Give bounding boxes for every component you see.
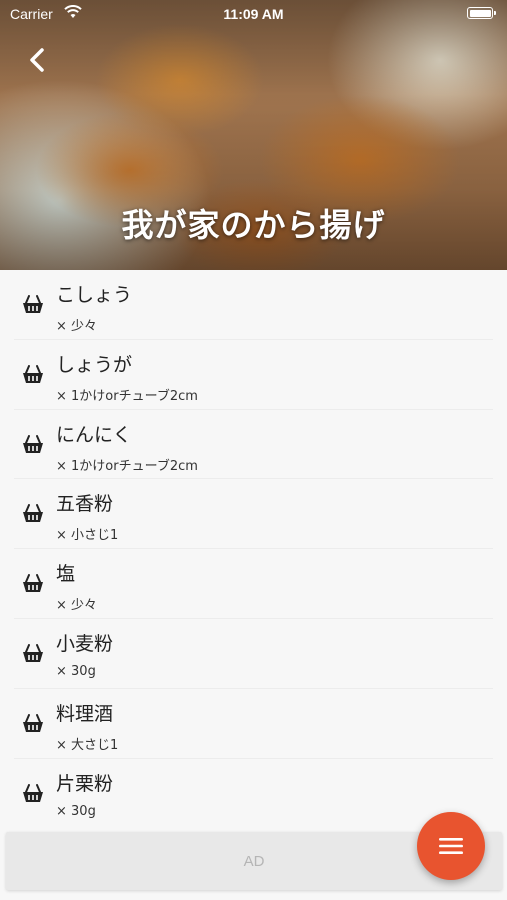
ingredient-quantity: × 1かけorチューブ2cm <box>56 388 198 404</box>
ingredient-name: しょうが <box>56 353 133 376</box>
ingredient-name: 片栗粉 <box>56 772 114 795</box>
ingredient-quantity: × 30g <box>56 663 96 679</box>
ingredient-name: 小麦粉 <box>56 632 114 655</box>
menu-icon <box>439 838 463 854</box>
ad-label: AD <box>243 852 265 870</box>
status-bar: Carrier 11:09 AM <box>0 0 507 28</box>
list-item[interactable]: しょうが × 1かけorチューブ2cm <box>14 340 493 410</box>
recipe-title: 我が家のから揚げ <box>121 206 386 244</box>
basket-icon <box>23 295 43 313</box>
ingredient-name: 料理酒 <box>56 702 114 725</box>
basket-icon <box>23 504 43 523</box>
chevron-left-icon <box>30 48 44 72</box>
list-item[interactable]: 小麦粉 × 30g <box>14 619 493 689</box>
ingredient-quantity: × 大さじ1 <box>56 737 119 753</box>
basket-icon <box>23 574 43 593</box>
list-item[interactable]: こしょう × 少々 <box>14 270 493 340</box>
basket-icon <box>23 643 43 662</box>
menu-fab-button[interactable] <box>417 812 485 880</box>
list-item[interactable]: にんにく × 1かけorチューブ2cm <box>14 410 493 480</box>
ingredient-quantity: × 少々 <box>56 319 98 334</box>
ingredient-quantity: × 小さじ1 <box>56 528 119 544</box>
status-time: 11:09 AM <box>223 6 284 22</box>
basket-icon <box>23 713 43 732</box>
ingredient-name: 五香粉 <box>56 493 114 516</box>
ingredient-quantity: × 1かけorチューブ2cm <box>56 458 198 474</box>
ingredient-name: にんにく <box>56 423 132 446</box>
back-button[interactable] <box>20 42 56 78</box>
list-item[interactable]: 五香粉 × 小さじ1 <box>14 479 493 550</box>
basket-icon <box>23 364 43 383</box>
ingredient-quantity: × 少々 <box>56 598 98 614</box>
ingredient-list: こしょう × 少々 しょうが × 1かけorチューブ2cm にんにく × 1かけ… <box>0 270 507 828</box>
ingredient-name: こしょう <box>56 284 133 306</box>
list-item[interactable]: 塩 × 少々 <box>14 549 493 619</box>
basket-icon <box>23 783 43 802</box>
list-item[interactable]: 片栗粉 × 30g <box>14 759 493 829</box>
ingredient-quantity: × 30g <box>56 803 96 819</box>
ingredient-name: 塩 <box>56 563 76 586</box>
list-item[interactable]: 料理酒 × 大さじ1 <box>14 689 493 759</box>
recipe-hero-image: Carrier 11:09 AM 我が家のから揚げ <box>0 0 507 270</box>
basket-icon <box>23 434 43 453</box>
battery-icon <box>467 7 496 19</box>
